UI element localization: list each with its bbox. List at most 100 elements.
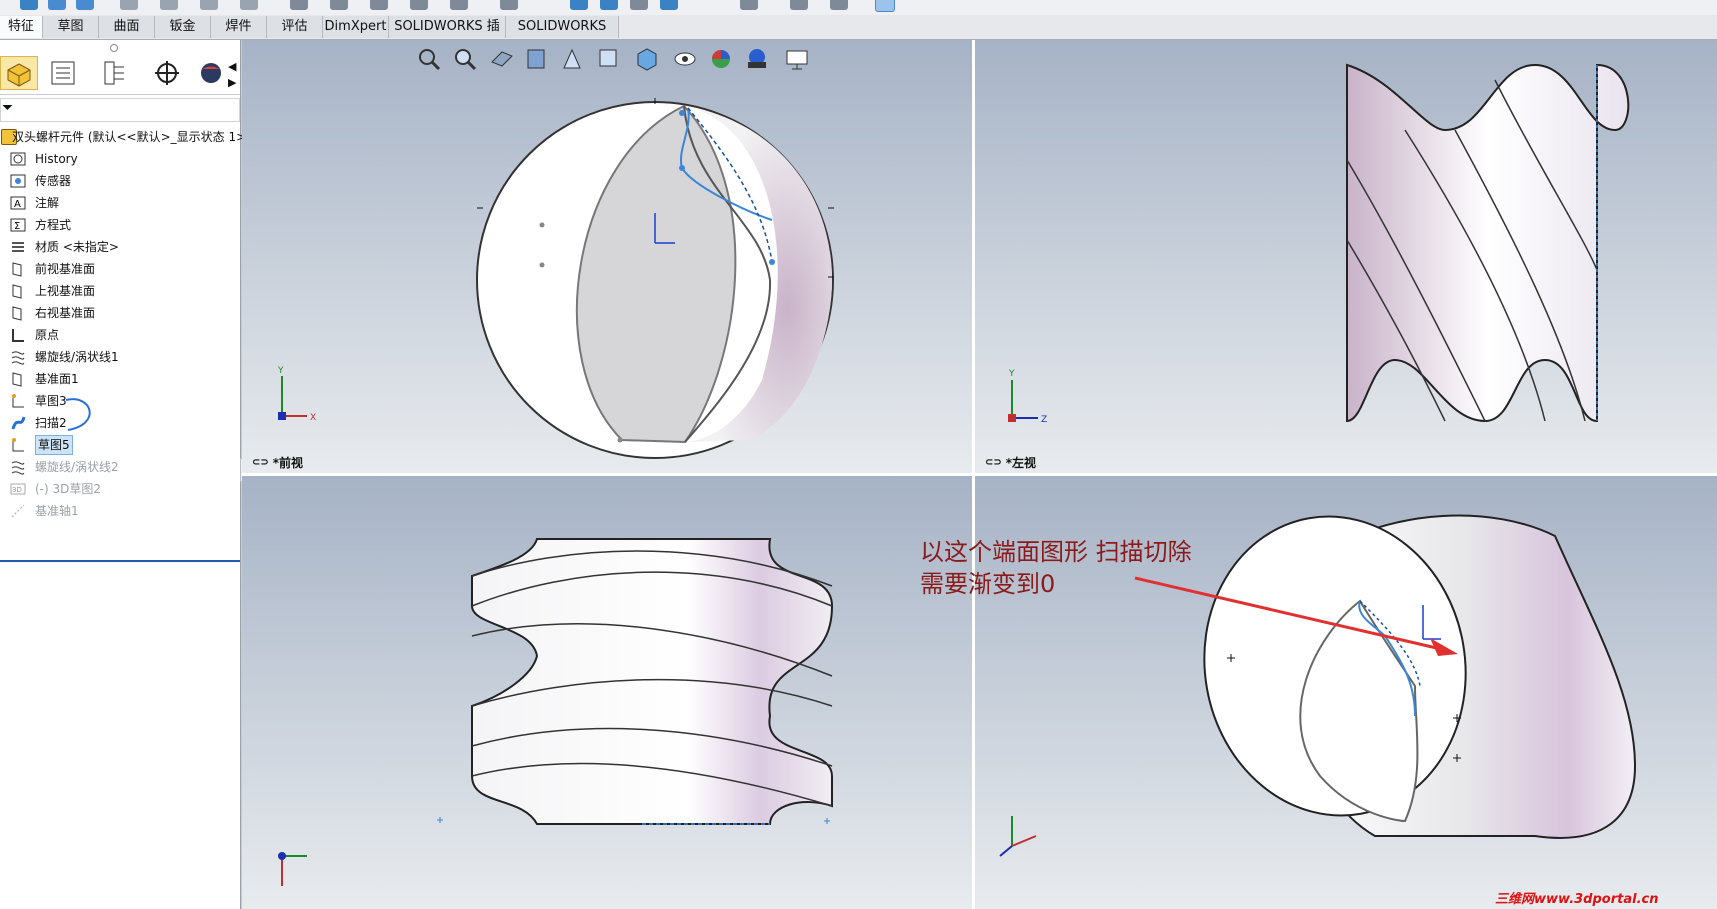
tree-item-label: 螺旋线/涡状线1 <box>35 350 119 364</box>
section-view-icon[interactable] <box>524 44 550 74</box>
tab-solidworks-addins[interactable]: SOLIDWORKS 插件 <box>389 16 506 56</box>
tree-item[interactable]: 原点 <box>0 324 240 346</box>
tab-dimxpert[interactable]: DimXpert <box>323 16 389 38</box>
property-manager-icon[interactable] <box>44 56 82 90</box>
tree-item[interactable]: 传感器 <box>0 170 240 192</box>
tree-item[interactable]: 3D (-) 3D草图2 <box>0 478 240 500</box>
view-settings-icon[interactable] <box>784 44 810 74</box>
feature-tree: History 传感器 A 注解 Σ 方程式 材质 <未指定> 前视基准面 上视基准面 右视基准面… <box>0 148 240 522</box>
tree-item[interactable]: 基准面1 <box>0 368 240 390</box>
reference-loop-icon <box>62 394 102 434</box>
tree-item-label: 草图5 <box>35 435 73 455</box>
tab-surfaces[interactable]: 曲面 <box>99 16 155 38</box>
tree-item[interactable]: Σ 方程式 <box>0 214 240 236</box>
svg-text:A: A <box>14 199 21 210</box>
toolbar-icon[interactable] <box>450 0 468 10</box>
viewport-horizontal-divider[interactable] <box>242 473 1717 476</box>
toolbar-icon[interactable] <box>76 0 94 10</box>
panel-tool-tabs: ◀ ▶ <box>0 54 240 95</box>
view-orientation-icon[interactable] <box>596 44 622 74</box>
tree-item[interactable]: 前视基准面 <box>0 258 240 280</box>
toolbar-icon[interactable] <box>290 0 308 10</box>
toolbar-icon[interactable] <box>660 0 678 10</box>
dimxpert-manager-icon[interactable] <box>148 56 186 90</box>
annotation-icon: A <box>10 195 26 211</box>
triad-icon <box>999 816 1037 857</box>
tree-item[interactable]: A 注解 <box>0 192 240 214</box>
tree-item-label: 注解 <box>35 196 60 210</box>
toolbar-icon[interactable] <box>630 0 648 10</box>
triad-icon <box>1008 380 1038 422</box>
tree-item[interactable]: 基准轴1 <box>0 500 240 522</box>
tree-item[interactable]: 材质 <未指定> <box>0 236 240 258</box>
toolbar-icon[interactable] <box>240 0 258 10</box>
tree-item-label: 基准轴1 <box>35 504 79 518</box>
edit-appearance-icon[interactable] <box>708 44 734 74</box>
tree-filter-field[interactable]: ⏷ <box>0 98 240 122</box>
toolbar-icon[interactable] <box>330 0 348 10</box>
tab-features[interactable]: 特征 <box>0 16 43 38</box>
toolbar-icon[interactable] <box>570 0 588 10</box>
axis-icon <box>10 503 26 519</box>
toolbar-icon[interactable] <box>160 0 178 10</box>
history-icon <box>10 151 26 167</box>
triad-icon <box>278 376 307 420</box>
chevron-right-icon[interactable]: ▶ <box>228 76 236 89</box>
viewport-left[interactable]: Y Z ⊂⊃ *左视 <box>975 40 1717 473</box>
tree-root-label: 双头螺杆元件 (默认<<默认>_显示状态 1> <box>12 130 247 144</box>
plane-icon <box>10 283 26 299</box>
toolbar-icon[interactable] <box>20 0 38 10</box>
toolbar-icon[interactable] <box>600 0 618 10</box>
viewport-label: ⊂⊃ *左视 <box>985 456 1037 470</box>
feature-manager-icon[interactable] <box>0 56 38 90</box>
apply-scene-icon[interactable] <box>744 44 770 74</box>
hide-show-items-icon[interactable] <box>672 44 698 74</box>
annotation-line-1: 以这个端面图形 扫描切除 <box>920 538 1192 566</box>
zoom-to-fit-icon[interactable] <box>416 44 442 74</box>
splitter-handle-icon[interactable] <box>110 44 118 52</box>
sketch-icon <box>10 437 26 453</box>
zoom-to-area-icon[interactable] <box>452 44 478 74</box>
tab-solidworks-mbd[interactable]: SOLIDWORKS MBD <box>506 16 619 56</box>
tree-item-label: 原点 <box>35 328 60 342</box>
sketch-icon <box>10 393 26 409</box>
toolbar-icon[interactable] <box>200 0 218 10</box>
viewport-top[interactable] <box>242 476 972 909</box>
previous-view-icon[interactable] <box>488 44 514 74</box>
toolbar-icon[interactable] <box>120 0 138 10</box>
tree-item[interactable]: 草图5 <box>0 434 240 456</box>
toolbar-icon[interactable] <box>500 0 518 10</box>
toolbar-icon[interactable] <box>48 0 66 10</box>
tree-item[interactable]: 扫描2 <box>0 412 240 434</box>
display-style-icon[interactable] <box>634 44 660 74</box>
chevron-left-icon[interactable]: ◀ <box>228 60 236 73</box>
viewport-front[interactable]: Y X ⊂⊃ *前视 <box>242 40 972 473</box>
origin-icon <box>10 327 26 343</box>
tree-item[interactable]: 草图3 <box>0 390 240 412</box>
tab-sketch[interactable]: 草图 <box>43 16 99 38</box>
toolbar-icon[interactable] <box>370 0 388 10</box>
tree-item[interactable]: 上视基准面 <box>0 280 240 302</box>
dynamic-annotation-icon[interactable] <box>560 44 586 74</box>
annotation-text: 以这个端面图形 扫描切除 需要渐变到0 <box>920 536 1192 600</box>
command-toolbar-strip <box>0 0 1717 15</box>
plane-icon <box>10 371 26 387</box>
link-icon: ⊂⊃ <box>252 457 269 468</box>
toolbar-icon[interactable] <box>740 0 758 10</box>
feature-manager-panel: ◀ ▶ ⏷ 双头螺杆元件 (默认<<默认>_显示状态 1> History 传感器… <box>0 40 246 909</box>
tree-item[interactable]: 螺旋线/涡状线2 <box>0 456 240 478</box>
toolbar-icon[interactable] <box>830 0 848 10</box>
display-manager-icon[interactable] <box>196 56 226 90</box>
tab-evaluate[interactable]: 评估 <box>267 16 323 38</box>
tab-sheet-metal[interactable]: 钣金 <box>155 16 211 38</box>
tree-item[interactable]: 右视基准面 <box>0 302 240 324</box>
toolbar-icon[interactable] <box>790 0 808 10</box>
rollback-bar[interactable] <box>0 560 240 562</box>
toolbar-icon[interactable] <box>410 0 428 10</box>
tab-weldments[interactable]: 焊件 <box>211 16 267 38</box>
configuration-manager-icon[interactable] <box>96 56 134 90</box>
tree-item[interactable]: History <box>0 148 240 170</box>
toolbar-icon[interactable] <box>875 0 895 12</box>
tree-item[interactable]: 螺旋线/涡状线1 <box>0 346 240 368</box>
viewport-label: ⊂⊃ *前视 <box>252 456 304 470</box>
